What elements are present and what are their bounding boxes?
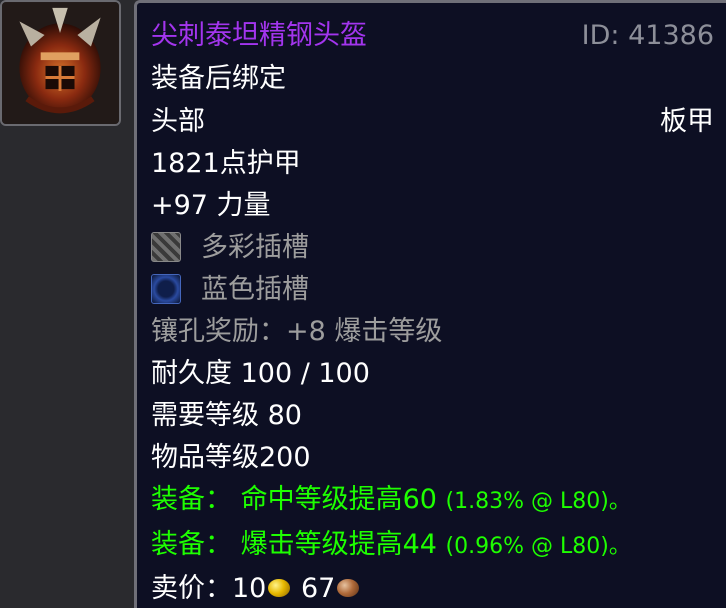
item-tooltip: 尖刺泰坦精钢头盔 ID: 41386 装备后绑定 头部 板甲 1821点护甲 +…	[134, 0, 726, 608]
socket-row-prismatic: 多彩插槽	[151, 228, 714, 268]
equip-effect-pct: (1.83% @ L80)。	[445, 489, 631, 514]
socket-label: 蓝色插槽	[201, 274, 309, 305]
armor-value: 1821点护甲	[151, 148, 301, 179]
prismatic-socket-icon	[151, 231, 181, 262]
gold-amount: 10	[232, 573, 267, 604]
item-id: ID: 41386	[581, 20, 714, 51]
equip-effect: 装备： 爆击等级提高44 (0.96% @ L80)。	[151, 525, 714, 565]
slot-row: 头部 板甲	[151, 102, 714, 142]
sell-price-label: 卖价：	[151, 573, 232, 604]
gold-coin-icon	[268, 578, 291, 597]
binding-text: 装备后绑定	[151, 63, 286, 94]
spiked-helmet-icon	[2, 2, 119, 124]
equip-effect-text: 装备： 爆击等级提高44	[151, 529, 437, 560]
item-level: 物品等级200	[151, 442, 311, 473]
equip-effect-text: 装备： 命中等级提高60	[151, 484, 437, 515]
socket-row-blue: 蓝色插槽	[151, 270, 714, 310]
silver-coin-icon	[337, 578, 360, 597]
item-icon[interactable]	[0, 0, 121, 126]
armor-type: 板甲	[660, 106, 714, 137]
equip-effect: 装备： 命中等级提高60 (1.83% @ L80)。	[151, 480, 714, 520]
socket-label: 多彩插槽	[201, 232, 309, 263]
socket-bonus: 镶孔奖励：+8 爆击等级	[151, 316, 443, 347]
equip-effect-pct: (0.96% @ L80)。	[445, 534, 631, 559]
required-level: 需要等级 80	[151, 400, 302, 431]
item-title: 尖刺泰坦精钢头盔	[151, 20, 367, 51]
durability: 耐久度 100 / 100	[151, 358, 370, 389]
stat-strength: +97 力量	[151, 190, 271, 221]
sell-price-row: 卖价：10 67	[151, 569, 714, 608]
item-title-row: 尖刺泰坦精钢头盔 ID: 41386	[151, 16, 714, 56]
silver-amount: 67	[300, 573, 336, 604]
blue-socket-icon	[151, 273, 181, 304]
slot-label: 头部	[151, 106, 205, 137]
